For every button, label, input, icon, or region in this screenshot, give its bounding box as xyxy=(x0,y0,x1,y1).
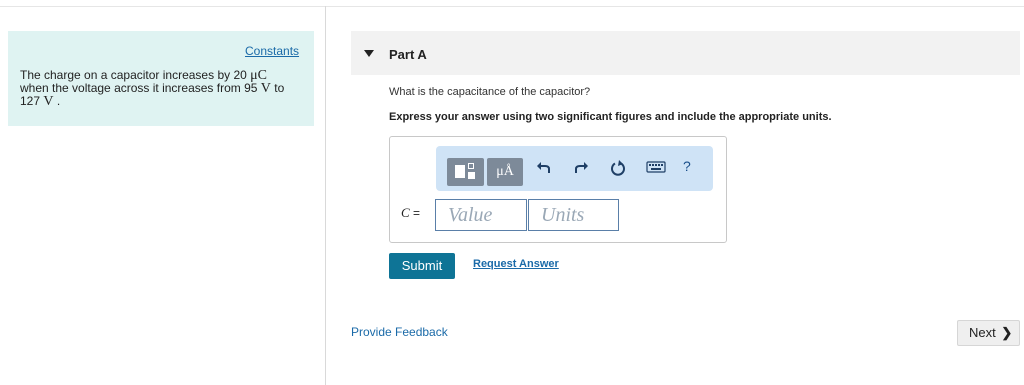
top-rule xyxy=(0,6,1024,7)
panel-divider xyxy=(325,6,326,385)
constants-link[interactable]: Constants xyxy=(245,44,299,58)
problem-sidebar: Constants The charge on a capacitor incr… xyxy=(8,31,314,126)
variable-symbol: C xyxy=(401,205,410,220)
redo-icon[interactable] xyxy=(573,160,593,184)
reset-icon[interactable] xyxy=(610,160,630,184)
templates-icon[interactable] xyxy=(447,158,484,186)
problem-text-4: 127 xyxy=(20,94,44,108)
math-toolbar: μÅ ? xyxy=(436,146,713,191)
help-icon[interactable]: ? xyxy=(683,158,691,174)
undo-icon[interactable] xyxy=(536,160,556,184)
part-title: Part A xyxy=(389,47,427,62)
problem-unit-voltage-2: V xyxy=(43,94,54,109)
value-input[interactable]: Value xyxy=(435,199,527,231)
submit-button[interactable]: Submit xyxy=(389,253,455,279)
next-label: Next xyxy=(969,325,996,340)
units-icon[interactable]: μÅ xyxy=(487,158,523,186)
problem-text-5: . xyxy=(53,94,61,108)
provide-feedback-link[interactable]: Provide Feedback xyxy=(351,325,448,339)
problem-statement: The charge on a capacitor increases by 2… xyxy=(20,68,310,109)
part-a-header[interactable]: Part A xyxy=(351,31,1020,75)
equals-sign: = xyxy=(409,206,421,220)
collapse-caret-icon[interactable] xyxy=(364,50,374,57)
units-input[interactable]: Units xyxy=(528,199,619,231)
instruction-text: Express your answer using two significan… xyxy=(389,111,832,123)
problem-text-3: to xyxy=(270,81,285,95)
variable-label: C = xyxy=(401,205,420,221)
keyboard-icon[interactable] xyxy=(646,160,668,184)
problem-text-1: The charge on a capacitor increases by 2… xyxy=(20,68,251,82)
problem-text-2: when the voltage across it increases fro… xyxy=(20,81,261,95)
problem-unit-voltage-1: V xyxy=(260,81,271,96)
answer-box: μÅ ? C = Value Units xyxy=(389,136,727,243)
question-text: What is the capacitance of the capacitor… xyxy=(389,86,591,98)
chevron-right-icon: ❯ xyxy=(1001,325,1013,340)
request-answer-link[interactable]: Request Answer xyxy=(473,258,559,270)
next-button[interactable]: Next ❯ xyxy=(957,320,1020,346)
